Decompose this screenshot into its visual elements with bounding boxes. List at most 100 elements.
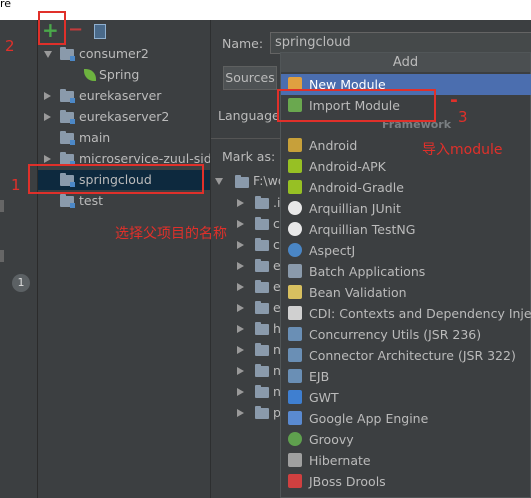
tree-item-label: consumer2 [79,46,149,61]
tree-item-consumer2[interactable]: consumer2 [38,44,210,64]
tree-item-eurekaserver[interactable]: eurekaserver [38,86,210,106]
annotation-import-module: 导入module [422,142,503,158]
menu-item-label: EJB [309,369,330,384]
menu-item-bean-validation[interactable]: Bean Validation [281,282,531,303]
folder-icon [255,385,269,398]
menu-item-aspectj[interactable]: AspectJ [281,240,531,261]
window-top-strip: re [0,0,531,20]
module-tree: + − consumer2 Spring eurekaserver eurekaser… [38,19,226,498]
bean-icon [288,285,302,299]
badge-count[interactable]: 1 [12,274,30,292]
remove-button[interactable]: − [68,20,83,40]
menu-item-arquillian-testng[interactable]: Arquillian TestNG [281,219,531,240]
chevron-right-icon[interactable] [237,262,244,270]
top-label: re [0,0,12,10]
path-child[interactable]: n [211,382,281,402]
chevron-right-icon[interactable] [237,409,244,417]
module-folder-icon [60,194,75,208]
chevron-right-icon[interactable] [44,155,51,163]
copy-icon[interactable] [94,24,106,39]
menu-item-label: Google App Engine [309,411,429,426]
menu-item-jboss-drools[interactable]: JBoss Drools [281,471,531,492]
path-child[interactable]: n [211,340,281,360]
arquillian-icon [288,201,302,215]
tab-sources[interactable]: Sources [223,66,277,90]
cdi-icon [288,306,302,320]
chevron-right-icon[interactable] [237,325,244,333]
menu-item-label: Connector Architecture (JSR 322) [309,348,516,363]
tree-item-spring[interactable]: Spring [38,65,210,85]
menu-item-label: Concurrency Utils (JSR 236) [309,327,482,342]
menu-item-hibernate[interactable]: Hibernate [281,450,531,471]
menu-item-android-gradle[interactable]: Android-Gradle [281,177,531,198]
jsr-icon [288,348,302,362]
chevron-right-icon[interactable] [237,199,244,207]
language-label: Language [218,108,280,123]
ejb-icon [288,369,302,383]
annotation-box-import [277,89,436,122]
menu-item-label: GWT [309,390,339,405]
arquillian-icon [288,222,302,236]
menu-item-connector-architecture-jsr-322[interactable]: Connector Architecture (JSR 322) [281,345,531,366]
menu-item-groovy[interactable]: Groovy [281,429,531,450]
folder-icon [255,364,269,377]
folder-icon [255,343,269,356]
tree-item-test[interactable]: test [38,191,210,211]
chevron-right-icon[interactable] [44,92,51,100]
menu-item-batch-applications[interactable]: Batch Applications [281,261,531,282]
menu-item-label: Android [309,138,358,153]
tree-item-main[interactable]: main [38,128,210,148]
path-child-label: c [273,216,280,231]
folder-icon [255,196,269,209]
chevron-right-icon[interactable] [237,220,244,228]
android-folder-icon [288,138,302,152]
android-icon [288,159,302,173]
menu-item-label: Arquillian JUnit [309,201,401,216]
tree-item-label: Spring [99,67,140,82]
hibernate-icon [288,453,302,467]
chevron-right-icon[interactable] [237,283,244,291]
path-child-label: c [273,237,280,252]
expand-arrow[interactable] [215,178,223,185]
chevron-right-icon[interactable] [237,241,244,249]
path-child[interactable]: p [211,403,281,423]
module-folder-icon [60,89,75,103]
spring-leaf-icon [84,69,96,81]
menu-item-label: Batch Applications [309,264,426,279]
folder-icon [255,238,269,251]
menu-item-cdi-contexts-and-dependency-injectio[interactable]: CDI: Contexts and Dependency Injectio [281,303,531,324]
folder-icon [255,322,269,335]
gae-icon [288,411,302,425]
chevron-right-icon[interactable] [237,304,244,312]
path-child[interactable]: e [211,298,281,318]
menu-item-label: JBoss Drools [309,474,386,489]
path-child[interactable]: n [211,361,281,381]
chevron-right-icon[interactable] [237,346,244,354]
badge-count-label: 1 [17,276,25,289]
menu-item-label: CDI: Contexts and Dependency Injectio [309,306,531,321]
chevron-right-icon[interactable] [237,367,244,375]
path-child[interactable]: .i [211,193,281,213]
menu-item-ejb[interactable]: EJB [281,366,531,387]
menu-item-google-app-engine[interactable]: Google App Engine [281,408,531,429]
menu-item-label: Android-Gradle [309,180,404,195]
menu-item-concurrency-utils-jsr-236[interactable]: Concurrency Utils (JSR 236) [281,324,531,345]
left-tool-strip: 1 [0,20,38,498]
menu-item-android-apk[interactable]: Android-APK [281,156,531,177]
groovy-icon [288,432,302,446]
path-child[interactable]: e [211,277,281,297]
chevron-right-icon[interactable] [237,388,244,396]
name-input[interactable]: springcloud [270,32,531,54]
strip-mark [0,250,4,262]
tree-item-label: test [79,193,104,208]
path-child[interactable]: h [211,319,281,339]
chevron-down-icon[interactable] [44,51,52,58]
menu-item-arquillian-junit[interactable]: Arquillian JUnit [281,198,531,219]
menu-item-label: Arquillian TestNG [309,222,416,237]
chevron-right-icon[interactable] [44,113,51,121]
annotation-number-1: 1 [11,176,21,194]
menu-item-gwt[interactable]: GWT [281,387,531,408]
gwt-icon [288,390,302,404]
tree-item-eurekaserver2[interactable]: eurekaserver2 [38,107,210,127]
path-child[interactable]: e [211,256,281,276]
